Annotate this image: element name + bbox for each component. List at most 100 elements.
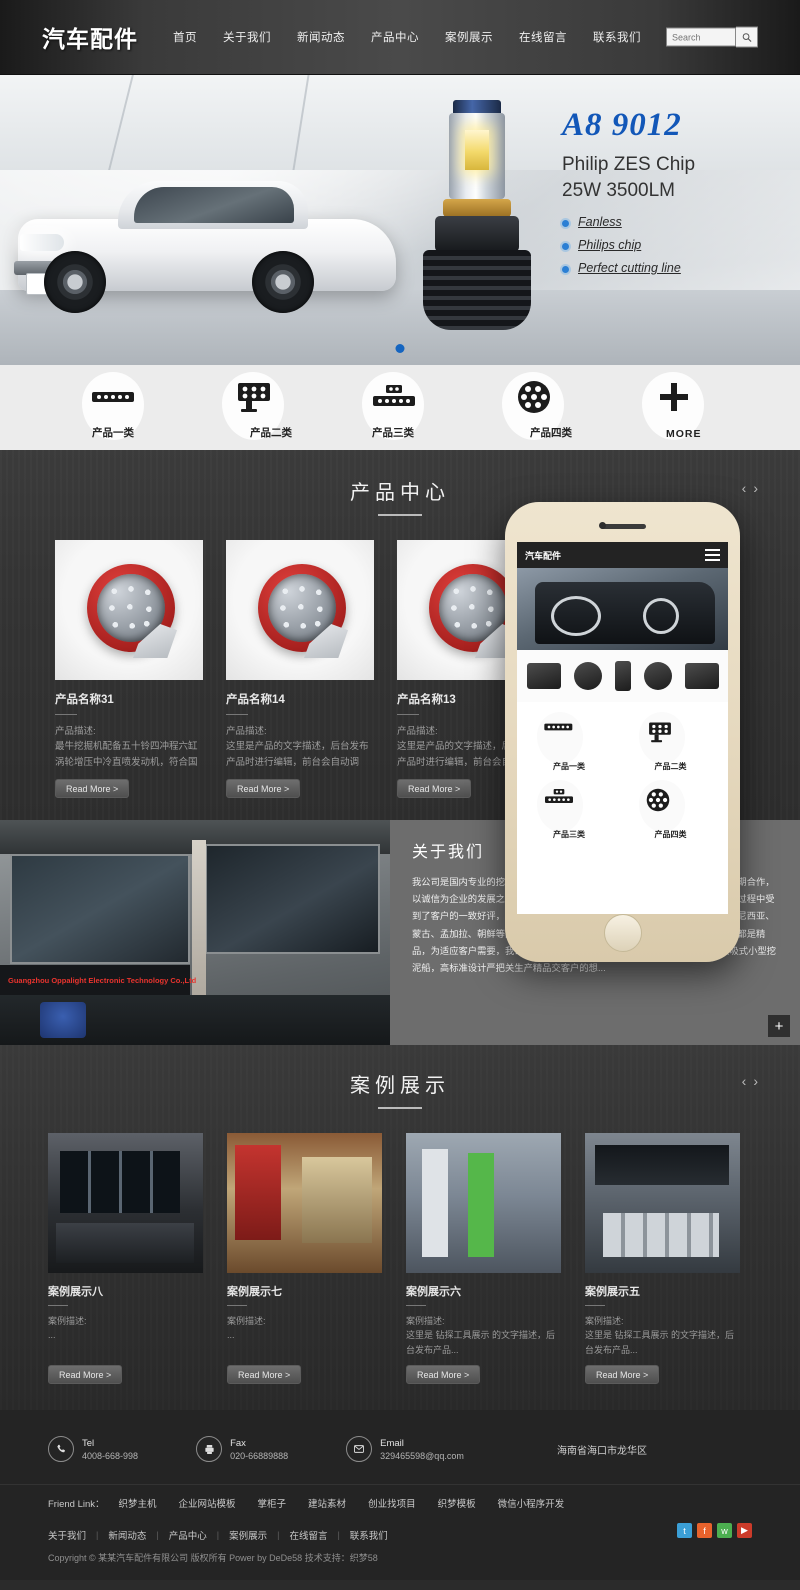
footer-nav-cases[interactable]: 案例展示 xyxy=(229,1528,267,1542)
product-description: 产品描述: 最牛挖掘机配备五十铃四冲程六缸涡轮增压中冷直喷发动机，符合国三排放标… xyxy=(55,726,198,768)
cases-prev-arrow[interactable]: ‹ xyxy=(742,1073,747,1089)
hero-banner: A8 9012 Philip ZES Chip 25W 3500LM Fanle… xyxy=(0,75,800,365)
led-bar-icon xyxy=(543,720,577,742)
phone-logo[interactable]: 汽车配件 xyxy=(525,549,561,562)
products-slider-arrows: ‹ › xyxy=(742,480,758,496)
nav-item-about[interactable]: 关于我们 xyxy=(210,23,284,51)
friend-link[interactable]: 微信小程序开发 xyxy=(498,1496,565,1510)
product-card[interactable]: 产品名称31 产品描述: 最牛挖掘机配备五十铃四冲程六缸涡轮增压中冷直喷发动机，… xyxy=(55,540,203,798)
footer-nav-products[interactable]: 产品中心 xyxy=(169,1528,207,1542)
banner-subtitle-line2: 25W 3500LM xyxy=(562,179,676,201)
products-next-arrow[interactable]: › xyxy=(753,480,758,496)
phone-home-button[interactable] xyxy=(603,914,642,952)
contact-tel: Tel 4008-668-998 xyxy=(48,1436,138,1462)
hamburger-icon[interactable] xyxy=(705,546,720,564)
phone-category-item[interactable]: 产品四类 xyxy=(625,780,723,842)
about-building-photo: Guangzhou Oppalight Electronic Technolog… xyxy=(0,820,390,1045)
about-expand-button[interactable]: + xyxy=(768,1015,790,1037)
contact-label: Tel xyxy=(82,1437,95,1449)
banner-dot[interactable] xyxy=(395,344,405,353)
nav-item-home[interactable]: 首页 xyxy=(160,23,210,51)
contact-label: Email xyxy=(380,1437,404,1449)
led-double-bar-icon xyxy=(543,788,577,810)
case-read-more-button[interactable]: Read More > xyxy=(227,1365,302,1384)
fax-icon xyxy=(196,1436,223,1462)
case-image xyxy=(48,1133,203,1273)
friend-link[interactable]: 织梦模板 xyxy=(438,1496,476,1510)
plus-icon xyxy=(646,380,702,414)
phone-category-item[interactable]: 产品一类 xyxy=(523,712,621,774)
search-input[interactable] xyxy=(666,27,736,47)
phone-category-item[interactable]: 产品二类 xyxy=(625,712,723,774)
case-image xyxy=(227,1133,382,1273)
led-double-bar-icon xyxy=(366,380,422,414)
category-item-1[interactable]: 产品一类 xyxy=(72,370,168,446)
nav-item-cases[interactable]: 案例展示 xyxy=(432,23,506,51)
case-read-more-button[interactable]: Read More > xyxy=(48,1365,123,1384)
case-image xyxy=(406,1133,561,1273)
banner-text-block: A8 9012 Philip ZES Chip 25W 3500LM Fanle… xyxy=(562,107,792,284)
friend-links-label: Friend Link： xyxy=(48,1499,105,1510)
category-item-3[interactable]: 产品三类 xyxy=(352,370,448,446)
category-item-more[interactable]: MORE xyxy=(632,370,728,446)
case-card[interactable]: 案例展示八 案例描述: ... Read More > xyxy=(48,1133,203,1384)
phone-category-label: 产品一类 xyxy=(553,762,585,771)
category-label: MORE xyxy=(666,427,702,440)
phone-thumb xyxy=(684,663,719,689)
product-read-more-button[interactable]: Read More > xyxy=(226,779,301,798)
twitter-icon[interactable]: t xyxy=(677,1523,692,1538)
footer-address: 海南省海口市龙华区 xyxy=(557,1445,647,1457)
phone-screen: 汽车配件 产品一类 产品二类 产品三类 产品四类 xyxy=(517,542,728,914)
footer-nav-contact[interactable]: 联系我们 xyxy=(350,1528,388,1542)
friend-link[interactable]: 创业找项目 xyxy=(368,1496,416,1510)
case-description: 案例描述: ... xyxy=(48,1316,87,1341)
case-read-more-button[interactable]: Read More > xyxy=(406,1365,481,1384)
product-card[interactable]: 产品名称14 产品描述: 这里是产品的文字描述，后台发布产品时进行编辑，前台会自… xyxy=(226,540,374,798)
facebook-icon[interactable]: f xyxy=(697,1523,712,1538)
case-name: 案例展示五 xyxy=(585,1286,640,1298)
cases-next-arrow[interactable]: › xyxy=(753,1073,758,1089)
cases-title: 案例展示 xyxy=(350,1073,450,1097)
banner-feature-list: Fanless Philips chip Perfect cutting lin… xyxy=(562,215,792,275)
products-prev-arrow[interactable]: ‹ xyxy=(742,480,747,496)
product-read-more-button[interactable]: Read More > xyxy=(397,779,472,798)
banner-feature-item[interactable]: Perfect cutting line xyxy=(562,261,792,275)
case-card[interactable]: 案例展示七 案例描述: ... Read More > xyxy=(227,1133,382,1384)
nav-item-news[interactable]: 新闻动态 xyxy=(284,23,358,51)
site-footer: Tel 4008-668-998 Fax 020-66889888 Email … xyxy=(0,1410,800,1580)
friend-link[interactable]: 建站素材 xyxy=(308,1496,346,1510)
case-card[interactable]: 案例展示六 案例描述: 这里是 钻探工具展示 的文字描述，后台发布产品... R… xyxy=(406,1133,561,1384)
phone-thumb xyxy=(643,662,672,690)
category-label: 产品二类 xyxy=(250,426,292,439)
banner-feature-item[interactable]: Fanless xyxy=(562,215,792,229)
category-label: 产品一类 xyxy=(92,426,134,439)
friend-link[interactable]: 企业网站模板 xyxy=(179,1496,236,1510)
friend-link[interactable]: 掌柜子 xyxy=(258,1496,287,1510)
led-round-icon xyxy=(645,788,679,812)
case-read-more-button[interactable]: Read More > xyxy=(585,1365,660,1384)
category-item-2[interactable]: 产品二类 xyxy=(212,370,308,446)
search-button[interactable] xyxy=(736,26,758,48)
phone-category-label: 产品三类 xyxy=(553,830,585,839)
site-logo[interactable]: 汽车配件 xyxy=(42,20,138,54)
footer-nav-about[interactable]: 关于我们 xyxy=(48,1528,86,1542)
youtube-icon[interactable]: ▶ xyxy=(737,1523,752,1538)
contact-label: Fax xyxy=(230,1437,246,1449)
product-read-more-button[interactable]: Read More > xyxy=(55,779,130,798)
nav-item-products[interactable]: 产品中心 xyxy=(358,23,432,51)
led-round-icon xyxy=(506,380,562,414)
wechat-icon[interactable]: w xyxy=(717,1523,732,1538)
social-icons: t f w ▶ xyxy=(677,1523,752,1538)
banner-feature-item[interactable]: Philips chip xyxy=(562,238,792,252)
case-name: 案例展示八 xyxy=(48,1286,103,1298)
cases-section-header: 案例展示 ‹ › xyxy=(0,1069,800,1109)
nav-item-contact[interactable]: 联系我们 xyxy=(580,23,654,51)
phone-category-item[interactable]: 产品三类 xyxy=(523,780,621,842)
nav-item-message[interactable]: 在线留言 xyxy=(506,23,580,51)
case-card[interactable]: 案例展示五 案例描述: 这里是 钻探工具展示 的文字描述，后台发布产品... R… xyxy=(585,1133,740,1384)
category-item-4[interactable]: 产品四类 xyxy=(492,370,588,446)
phone-camera xyxy=(599,522,606,529)
footer-nav-news[interactable]: 新闻动态 xyxy=(108,1528,146,1542)
friend-link[interactable]: 织梦主机 xyxy=(119,1496,157,1510)
footer-nav-message[interactable]: 在线留言 xyxy=(289,1528,327,1542)
